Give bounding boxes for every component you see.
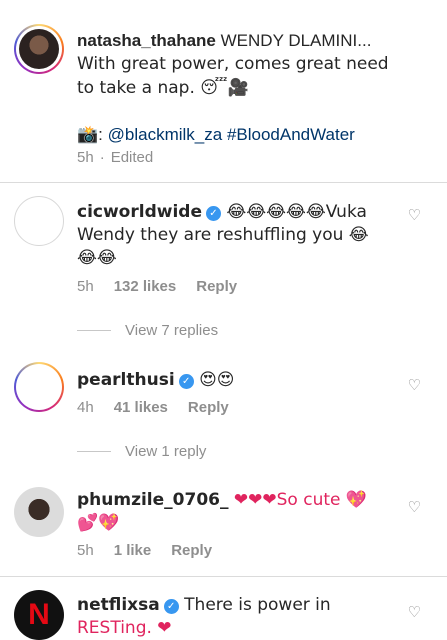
comment-text: pearlthusi ✓ 😍😍 bbox=[77, 369, 235, 392]
edited-label: Edited bbox=[110, 149, 154, 166]
comment-line-3: 😂😂 bbox=[77, 248, 117, 268]
comment-username[interactable]: phumzile_0706_ bbox=[77, 490, 228, 510]
view-replies-label: View 1 reply bbox=[125, 443, 207, 460]
comment-time: 5h bbox=[77, 542, 94, 559]
replies-line bbox=[77, 451, 111, 452]
view-replies-label: View 7 replies bbox=[125, 322, 219, 339]
view-replies-button[interactable]: View 1 reply bbox=[77, 443, 206, 460]
comment-meta: 5h 132 likes Reply bbox=[77, 278, 237, 295]
comment-meta: 5h 1 like Reply bbox=[77, 542, 212, 559]
meta-dot: · bbox=[99, 149, 105, 166]
comment-avatar[interactable] bbox=[14, 196, 64, 246]
comment-line-2: Wendy they are reshuffling you 😂 bbox=[77, 225, 369, 245]
netflix-avatar[interactable]: N bbox=[14, 590, 64, 640]
credit-separator: : bbox=[98, 125, 108, 144]
post-author-avatar[interactable] bbox=[14, 24, 64, 74]
camera-icon: 📸 bbox=[77, 125, 99, 145]
comment-line-2: RESTing. ❤ bbox=[77, 618, 172, 638]
caption-line-3: to take a nap. 😴🎥 bbox=[77, 78, 249, 98]
comment-meta: 4h 41 likes Reply bbox=[77, 399, 229, 416]
replies-line bbox=[77, 330, 111, 331]
comment-line-1: There is power in bbox=[184, 595, 331, 615]
post-caption: natasha_thahane WENDY DLAMINI... With gr… bbox=[77, 29, 389, 147]
reply-button[interactable]: Reply bbox=[196, 278, 237, 295]
like-heart-icon[interactable]: ♡ bbox=[408, 206, 421, 224]
like-heart-icon[interactable]: ♡ bbox=[408, 376, 421, 394]
caption-line-2: With great power, comes great need bbox=[77, 54, 389, 74]
comment-text: netflixsa ✓ There is power in RESTing. ❤ bbox=[77, 594, 331, 640]
comment-avatar[interactable] bbox=[14, 362, 64, 412]
comment-time: 5h bbox=[77, 278, 94, 295]
like-heart-icon[interactable]: ♡ bbox=[408, 498, 421, 516]
comment-username[interactable]: cicworldwide bbox=[77, 202, 202, 222]
post-meta: 5h · Edited bbox=[77, 149, 153, 166]
reply-button[interactable]: Reply bbox=[171, 542, 212, 559]
comment-likes[interactable]: 132 likes bbox=[114, 278, 177, 295]
verified-badge-icon: ✓ bbox=[205, 206, 221, 221]
netflix-logo-icon: N bbox=[28, 598, 50, 631]
comment-likes[interactable]: 41 likes bbox=[114, 399, 168, 416]
comment-line-1: 😍😍 bbox=[199, 370, 235, 390]
comment-text: phumzile_0706_ ❤❤❤So cute 💖 💕💖 bbox=[77, 489, 367, 535]
verified-badge-icon: ✓ bbox=[163, 599, 179, 614]
comment-line-1: 😂😂😂😂😂Vuka bbox=[226, 202, 367, 222]
comment-avatar[interactable] bbox=[14, 487, 64, 537]
like-heart-icon[interactable]: ♡ bbox=[408, 603, 421, 621]
comment-likes[interactable]: 1 like bbox=[114, 542, 152, 559]
comment-line-1: ❤❤❤So cute 💖 bbox=[233, 490, 368, 510]
caption-divider bbox=[0, 182, 447, 183]
post-author-username[interactable]: natasha_thahane bbox=[77, 31, 216, 50]
caption-line-1: WENDY DLAMINI... bbox=[220, 31, 372, 50]
verified-badge-icon: ✓ bbox=[178, 374, 194, 389]
comment-time: 4h bbox=[77, 399, 94, 416]
comment-username[interactable]: pearlthusi bbox=[77, 370, 175, 390]
mention-link[interactable]: @blackmilk_za bbox=[108, 125, 223, 144]
comment-username[interactable]: netflixsa bbox=[77, 595, 160, 615]
reply-button[interactable]: Reply bbox=[188, 399, 229, 416]
hashtag-link[interactable]: #BloodAndWater bbox=[227, 125, 355, 144]
view-replies-button[interactable]: View 7 replies bbox=[77, 322, 218, 339]
comment-text: cicworldwide ✓ 😂😂😂😂😂Vuka Wendy they are r… bbox=[77, 201, 369, 270]
comment-line-2: 💕💖 bbox=[77, 513, 120, 533]
post-time: 5h bbox=[77, 149, 94, 166]
comments-divider bbox=[0, 576, 447, 577]
